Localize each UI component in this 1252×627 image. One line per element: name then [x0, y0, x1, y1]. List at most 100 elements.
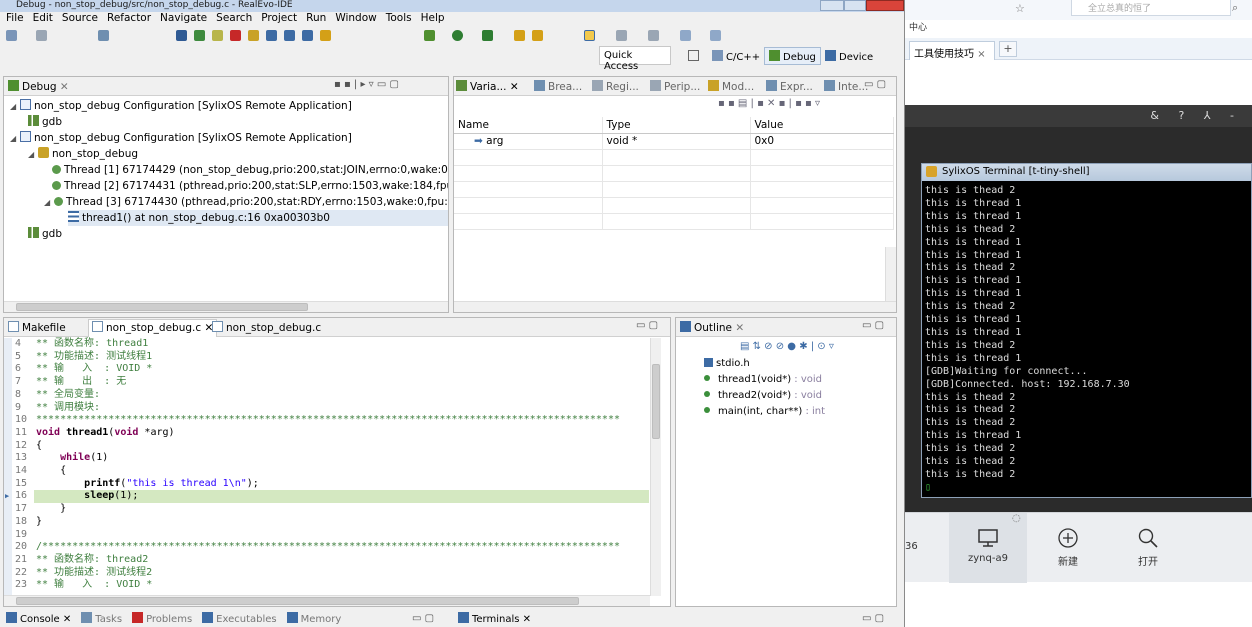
last-edit-icon[interactable]: [648, 30, 659, 41]
tab-makefile[interactable]: Makefile: [8, 321, 66, 334]
outline-item[interactable]: thread1(void*) : void: [704, 372, 822, 388]
debug-process-row[interactable]: gdb: [28, 226, 62, 242]
perspective-cpp[interactable]: C/C++: [707, 47, 765, 65]
menu-item-file[interactable]: File: [6, 12, 24, 24]
close-icon[interactable]: ✕: [506, 81, 519, 93]
debug-config-row[interactable]: ◢ non_stop_debug Configuration [SylixOS R…: [10, 98, 352, 114]
tab-perip[interactable]: Perip...: [650, 80, 700, 93]
tab-expr[interactable]: Expr...: [766, 80, 813, 93]
variables-toolbar-icons[interactable]: ▪ ▪ ▤ | ▪ ✕ ▪ | ▪ ▪ ▿: [718, 98, 820, 109]
new-tab-button[interactable]: +: [999, 41, 1017, 57]
outline-item[interactable]: thread2(void*) : void: [704, 388, 822, 404]
expand-arrow-icon[interactable]: ◢: [10, 131, 20, 147]
terminals-view-controls[interactable]: ▭ ▢: [862, 613, 884, 624]
maximize-button[interactable]: [844, 0, 866, 11]
close-button[interactable]: [866, 0, 904, 11]
tab-memory[interactable]: Memory: [286, 612, 341, 625]
expand-arrow-icon[interactable]: ◢: [44, 195, 54, 211]
vertical-scrollbar[interactable]: [650, 338, 661, 596]
terminate-icon[interactable]: [230, 30, 241, 41]
tab-console[interactable]: Console ✕: [6, 612, 71, 625]
dock-item-zynq[interactable]: zynq-a9: [958, 527, 1018, 564]
scrollbar-thumb[interactable]: [16, 303, 308, 311]
power-icon[interactable]: ◌: [1012, 513, 1021, 524]
outline-item[interactable]: main(int, char**) : int: [704, 404, 825, 420]
tab-debug[interactable]: Debug ✕: [8, 80, 69, 93]
menu-item-source[interactable]: Source: [62, 12, 98, 24]
tab-mod[interactable]: Mod...: [708, 80, 754, 93]
menu-item-edit[interactable]: Edit: [33, 12, 53, 24]
scrollbar-thumb[interactable]: [652, 364, 660, 439]
tab-outline[interactable]: Outline ✕: [680, 321, 744, 334]
debug-thread-row[interactable]: ◢ Thread [3] 67174430 (pthread,prio:200,s…: [44, 194, 448, 211]
close-icon[interactable]: ×: [977, 49, 985, 60]
menu-item-navigate[interactable]: Navigate: [160, 12, 207, 24]
resume-icon[interactable]: [194, 30, 205, 41]
column-header-name[interactable]: Name: [454, 117, 603, 134]
quick-access-input[interactable]: Quick Access: [599, 46, 671, 72]
save-icon[interactable]: [36, 30, 47, 41]
tab-executables[interactable]: Executables: [202, 612, 277, 625]
table-row[interactable]: ➡ arg void * 0x0: [454, 133, 894, 150]
menu-item-window[interactable]: Window: [335, 12, 376, 24]
horizontal-scrollbar[interactable]: [4, 595, 650, 606]
browser-tab[interactable]: 工具使用技巧 ×: [909, 41, 995, 60]
tab-source-file[interactable]: non_stop_debug.c ✕: [88, 319, 218, 337]
scrollbar-thumb[interactable]: [16, 597, 579, 605]
tab-source-file[interactable]: non_stop_debug.c: [212, 321, 321, 334]
skip-breakpoints-icon[interactable]: [176, 30, 187, 41]
horizontal-scrollbar[interactable]: [454, 301, 896, 312]
debug-thread-row[interactable]: Thread [2] 67174431 (pthread,prio:200,st…: [52, 178, 448, 194]
browser-search-input[interactable]: 全立总真的恒了: [1071, 0, 1231, 16]
code-editor[interactable]: 4 ** 函数名称: thread1 5 ** 功能描述: 测试线程1 6 ** 输 入 …: [4, 338, 652, 596]
tab-terminals[interactable]: Terminals ✕: [458, 612, 531, 625]
run-icon[interactable]: [452, 30, 463, 41]
column-header-type[interactable]: Type: [602, 117, 751, 134]
instruction-step-icon[interactable]: [320, 30, 331, 41]
next-annotation-icon[interactable]: [616, 30, 627, 41]
annotation-icon[interactable]: [584, 30, 595, 41]
back-icon[interactable]: [680, 30, 691, 41]
tab-inte[interactable]: Inte...: [824, 80, 868, 93]
outline-toolbar-icons[interactable]: ▤ ⇅ ⊘ ⊘ ● ✱ | ⊙ ▿: [740, 341, 834, 352]
tab-problems[interactable]: Problems: [132, 612, 192, 625]
new-icon[interactable]: [6, 30, 17, 41]
close-icon[interactable]: ✕: [519, 614, 531, 625]
menu-item-search[interactable]: Search: [216, 12, 252, 24]
suspend-icon[interactable]: [212, 30, 223, 41]
dock-item-new[interactable]: 新建: [1038, 527, 1098, 568]
debug-process-row[interactable]: ◢ non_stop_debug: [28, 146, 138, 162]
step-over-icon[interactable]: [284, 30, 295, 41]
menu-item-tools[interactable]: Tools: [386, 12, 412, 24]
console-view-controls[interactable]: ▭ ▢: [412, 613, 434, 624]
tab-tasks[interactable]: Tasks: [81, 612, 122, 625]
menu-item-run[interactable]: Run: [306, 12, 326, 24]
tab-varia[interactable]: Varia... ✕: [456, 80, 519, 93]
sylixos-terminal[interactable]: SylixOS Terminal [t-tiny-shell] this is …: [921, 163, 1252, 498]
favorite-star-icon[interactable]: ☆: [1015, 2, 1025, 15]
outline-view-controls[interactable]: ▭ ▢: [862, 320, 884, 331]
menu-item-refactor[interactable]: Refactor: [107, 12, 151, 24]
close-icon[interactable]: ✕: [735, 322, 744, 334]
tab-regi[interactable]: Regi...: [592, 80, 639, 93]
step-into-icon[interactable]: [266, 30, 277, 41]
column-header-value[interactable]: Value: [750, 117, 894, 134]
expand-arrow-icon[interactable]: ◢: [10, 99, 20, 115]
outline-item[interactable]: stdio.h: [704, 356, 750, 372]
build-icon[interactable]: [98, 30, 109, 41]
step-return-icon[interactable]: [302, 30, 313, 41]
menu-item-project[interactable]: Project: [261, 12, 297, 24]
variables-view-controls[interactable]: ▭ ▢: [864, 79, 886, 90]
view-toolbar-icons[interactable]: ▪ ▪ | ▸ ▿ ▭ ▢: [334, 79, 399, 90]
perspective-device[interactable]: Device: [820, 47, 878, 65]
horizontal-scrollbar[interactable]: [4, 301, 448, 312]
terminal-output[interactable]: this is thead 2 this is thread 1 this is…: [922, 181, 1251, 499]
perspective-debug[interactable]: Debug: [764, 47, 821, 65]
external-tools-icon[interactable]: [482, 30, 493, 41]
debug-launch-icon[interactable]: [424, 30, 435, 41]
minimize-button[interactable]: [820, 0, 844, 11]
debug-process-row[interactable]: gdb: [28, 114, 62, 130]
debug-stack-frame-row[interactable]: thread1() at non_stop_debug.c:16 0xa0030…: [68, 210, 448, 226]
debug-config-row[interactable]: ◢ non_stop_debug Configuration [SylixOS R…: [10, 130, 352, 146]
open-folder-icon[interactable]: [532, 30, 543, 41]
